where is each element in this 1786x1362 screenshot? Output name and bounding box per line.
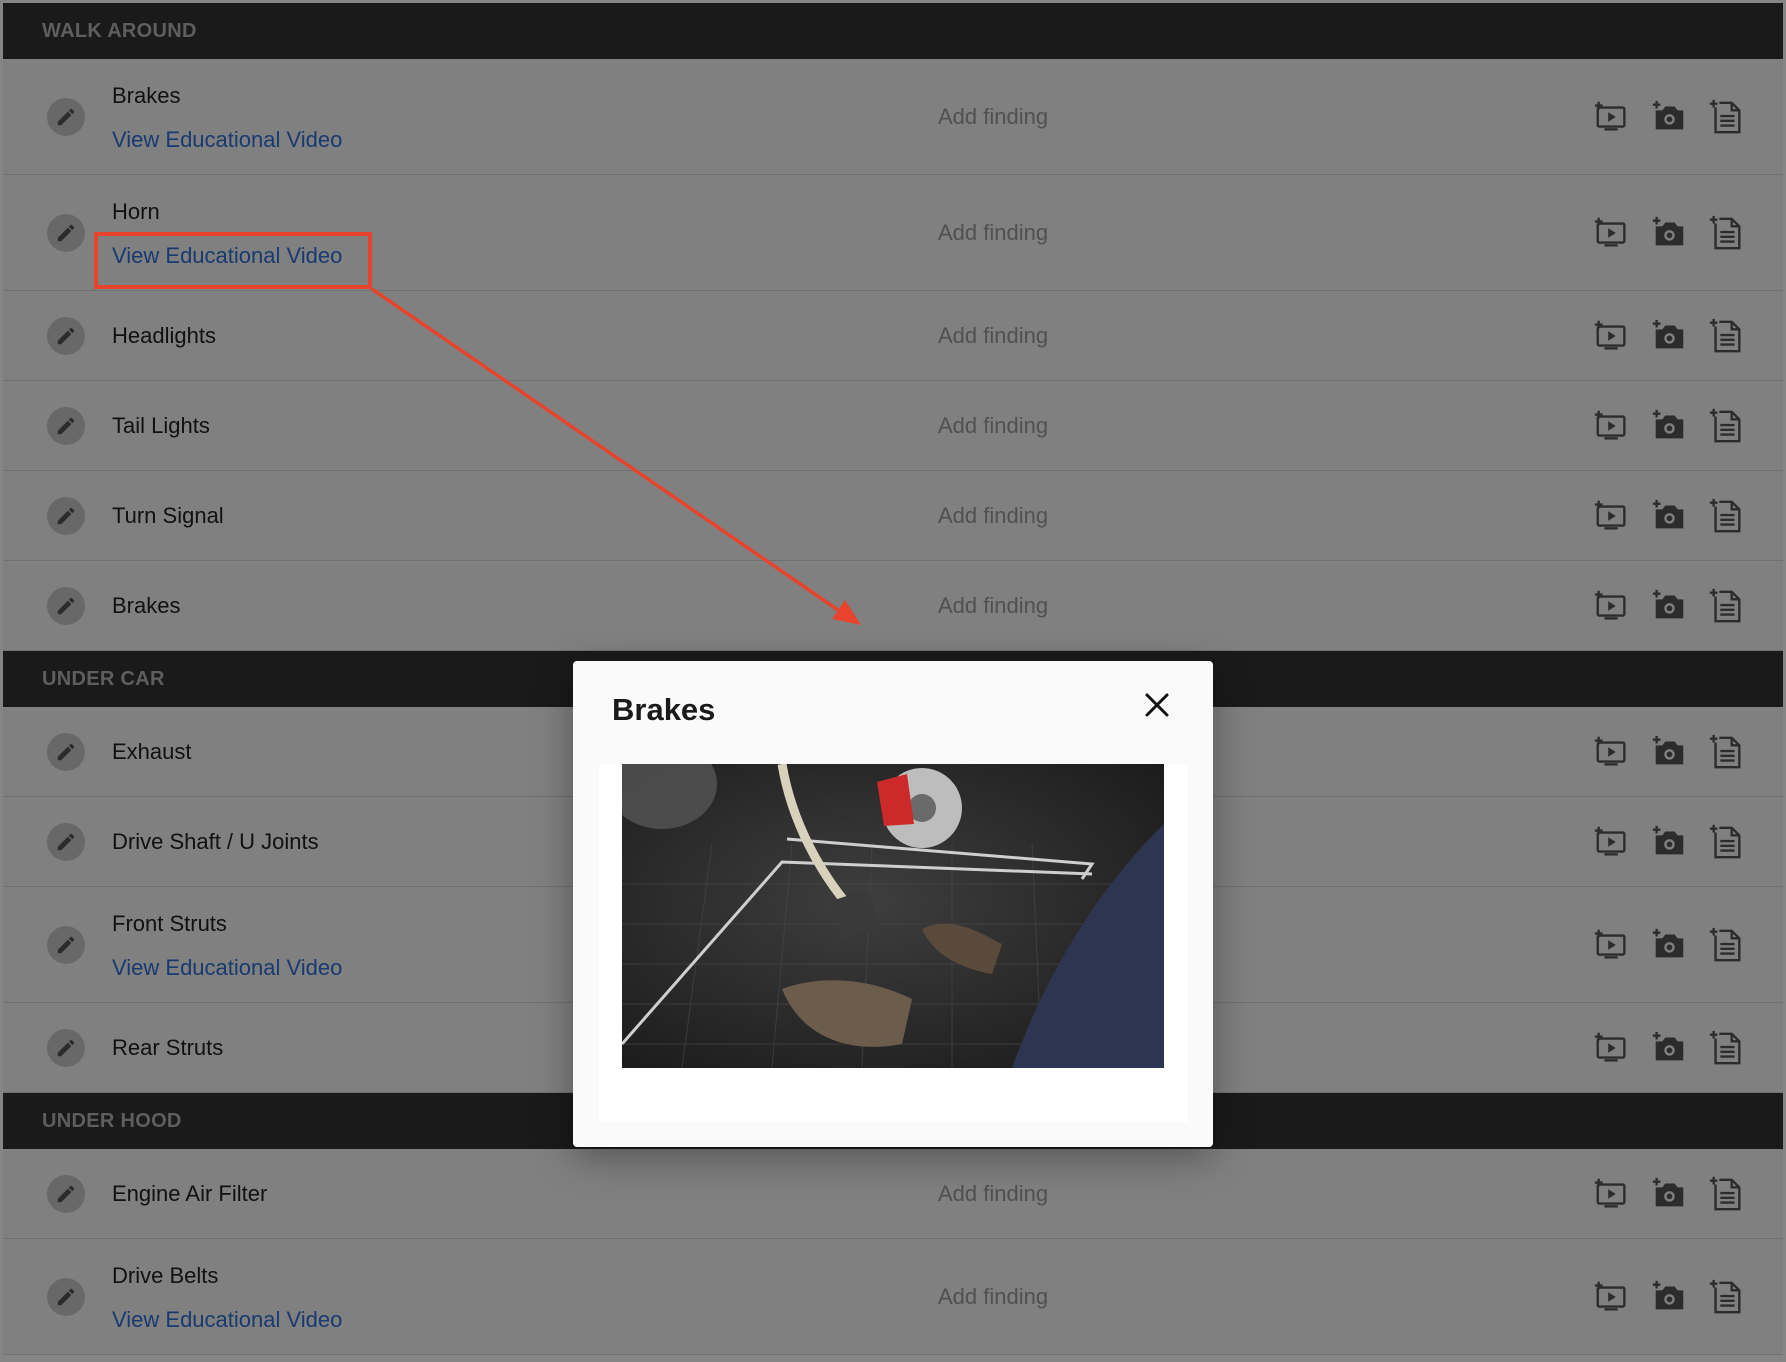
modal-title: Brakes	[612, 692, 716, 727]
close-icon[interactable]	[1141, 689, 1173, 721]
video-container	[599, 764, 1187, 1122]
brake-pedal-animation-frame	[622, 764, 1164, 1068]
video-modal: Brakes	[573, 661, 1213, 1147]
video-player[interactable]	[622, 764, 1164, 1068]
